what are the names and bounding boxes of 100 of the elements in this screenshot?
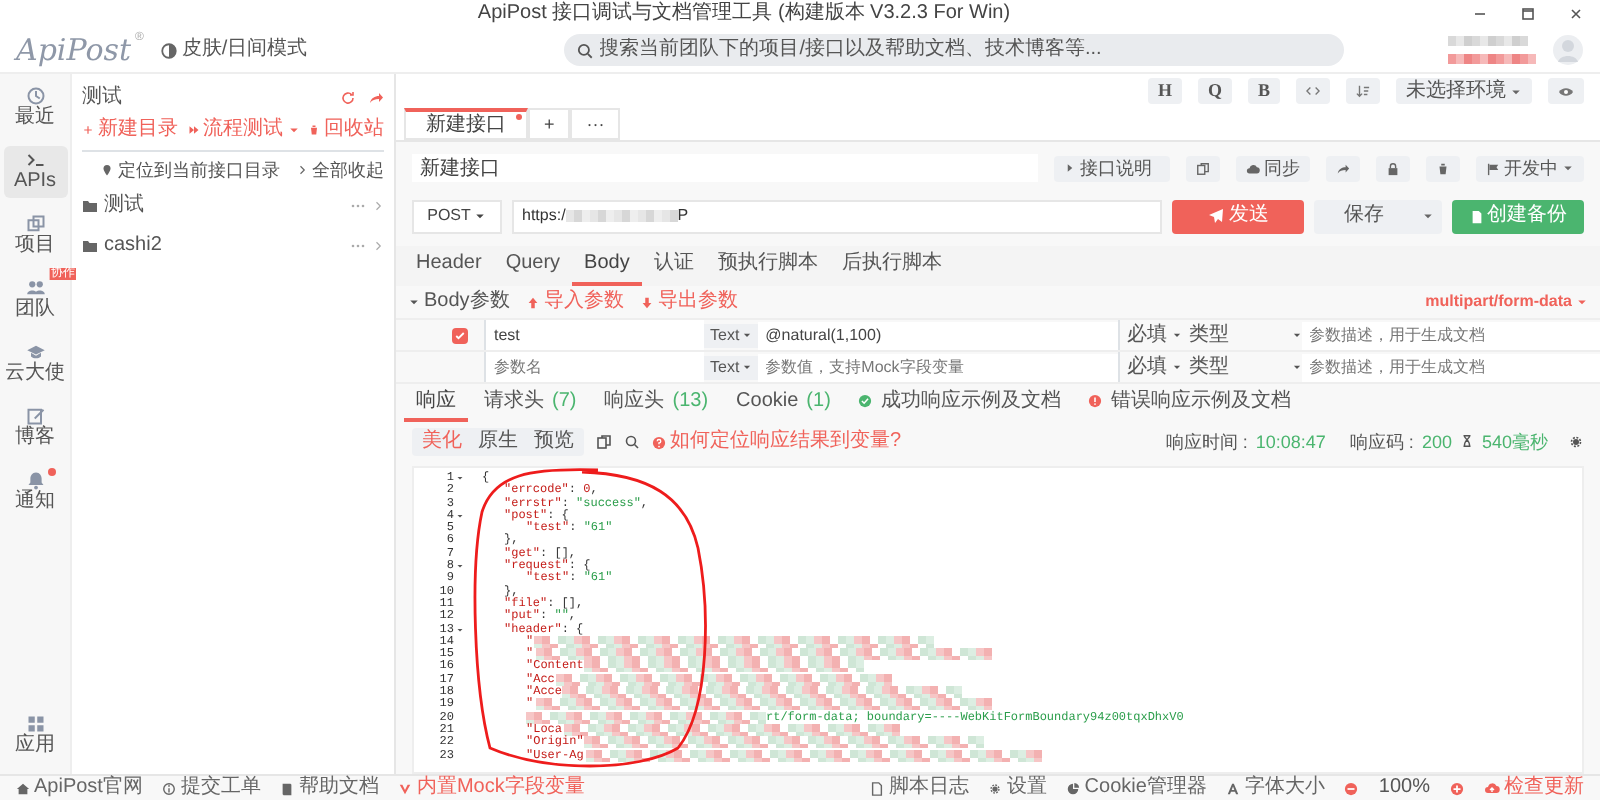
refresh-icon[interactable] [340,90,356,106]
squares-icon [25,214,45,234]
response-tab[interactable]: 成功响应示例及文档 [846,384,1073,422]
footer-link[interactable]: 脚本日志 [870,776,969,800]
time-label: 响应时间 : [1165,431,1248,453]
type-select[interactable]: Text [704,323,758,347]
toolbar-button[interactable] [1346,78,1380,104]
people-icon [25,278,45,298]
description-field[interactable]: 参数描述，用于生成文档 [1301,353,1600,381]
format-button[interactable]: H [1147,78,1182,104]
description-field[interactable]: 参数描述，用于生成文档 [1301,321,1600,349]
footer-link[interactable]: Cookie管理器 [1066,776,1207,800]
locate-link[interactable]: 定位到当前接口目录 [100,160,280,182]
type-select[interactable]: Text [704,355,758,379]
copy-icon[interactable] [596,434,612,450]
document-icon [1469,209,1483,223]
caret-icon [1291,362,1302,372]
collapse-link[interactable]: 全部收起 [296,160,384,182]
grid-icon [25,714,45,734]
zoom-level: 100% [1378,776,1430,800]
trash-icon [1436,161,1450,175]
add-tab-button[interactable]: + [528,108,571,140]
nav-item[interactable]: 云大使 [3,338,67,390]
zoom-out-icon[interactable] [1344,781,1359,795]
toolbar-button[interactable] [1426,155,1460,181]
toolbar-button[interactable] [1326,155,1360,181]
footer-link[interactable]: 提交工单 [162,776,261,800]
response-tab[interactable]: Cookie (1) [724,384,843,422]
maximize-icon[interactable] [1520,6,1536,22]
more-tabs-button[interactable]: ··· [570,108,621,140]
caret-icon [1562,162,1574,174]
cloud-icon [1246,161,1260,175]
unsaved-dot [516,114,522,120]
body-section-toggle[interactable]: Body参数 [408,290,510,314]
doc-button[interactable]: 接口说明 [1054,155,1170,181]
nav-item[interactable]: 最近 [3,82,67,134]
zoom-in-icon[interactable] [1450,781,1464,795]
caret-icon [1171,362,1182,372]
request-section-tab[interactable]: Header [404,246,494,286]
view-tab[interactable]: 预览 [526,430,582,454]
question-icon [652,435,666,449]
request-section-tab[interactable]: 后执行脚本 [829,246,954,286]
field-type-select[interactable]: 类型 [1189,355,1302,379]
param-name-field[interactable]: 参数名 [484,351,704,383]
copy-button[interactable] [1186,155,1220,181]
footer-link[interactable]: 字体大小 [1226,776,1325,800]
request-section-tab[interactable]: Body [572,246,642,286]
theme-toggle[interactable]: 皮肤/日间模式 [159,38,308,62]
preview-button[interactable] [1548,78,1584,104]
share-icon[interactable] [368,90,384,106]
search-icon[interactable] [624,434,640,450]
checkbox[interactable] [452,327,468,343]
request-name-field[interactable]: 新建接口 [412,154,1038,182]
settings-icon[interactable] [1568,433,1584,450]
nav-item[interactable]: 项目 [3,210,67,262]
environment-select[interactable]: 未选择环境 [1396,78,1532,104]
sync-button[interactable]: 同步 [1236,155,1310,181]
param-value-field[interactable]: @natural(1,100) [757,321,1118,349]
check-circle-icon [858,394,873,408]
status-select[interactable]: 开发中 [1476,155,1584,181]
caret-icon [1510,85,1522,97]
footer-link[interactable]: ApiPost官网 [16,776,143,800]
error-icon [1088,394,1103,408]
request-section-tab[interactable]: 认证 [641,246,706,286]
folder-name[interactable]: 测试 [104,193,344,218]
flag-icon [1486,161,1500,175]
send-icon [1207,208,1223,224]
nav-item[interactable]: 博客 [3,402,67,454]
nav-item[interactable]: 应用 [3,710,67,762]
request-section-tab[interactable]: Query [493,246,573,286]
format-button[interactable]: Q [1197,78,1232,104]
response-tab[interactable]: 错误响应示例及文档 [1076,384,1303,422]
request-tab[interactable]: 新建接口 [404,108,528,140]
url-field[interactable]: https:/ P [512,199,1162,233]
info-icon [162,781,177,795]
footer-link[interactable]: 帮助文档 [280,776,379,800]
format-button[interactable]: B [1247,78,1280,104]
request-section-tab[interactable]: 预执行脚本 [705,246,830,286]
required-select[interactable]: 必填 [1117,319,1182,351]
chevron-icon [296,164,308,177]
home-icon [16,781,30,795]
folder-name[interactable]: cashi2 [104,233,344,258]
field-type-select[interactable]: 类型 [1189,323,1302,347]
lock-icon [1386,161,1400,175]
method-select[interactable]: POST [412,199,502,233]
nav-item[interactable]: 通知 [3,466,67,518]
footer-link[interactable]: 设置 [988,776,1047,800]
nav-item[interactable]: APIs [3,146,67,198]
response-tab[interactable]: 请求头 (7) [472,384,589,422]
param-value-field[interactable]: 参数值，支持Mock字段变量 [757,353,1118,381]
response-tab[interactable]: 响应头 (13) [592,384,721,422]
param-name-field[interactable]: test [484,319,704,351]
toolbar-button[interactable] [1376,155,1410,181]
response-time: 10:08:47 [1255,431,1326,453]
cap-icon [25,342,45,362]
view-tab[interactable]: 原生 [470,430,526,454]
close-icon[interactable] [1568,6,1584,22]
save-button[interactable]: 保存 [1314,199,1414,233]
caret-icon [1171,330,1182,340]
settings-icon [988,781,1003,795]
